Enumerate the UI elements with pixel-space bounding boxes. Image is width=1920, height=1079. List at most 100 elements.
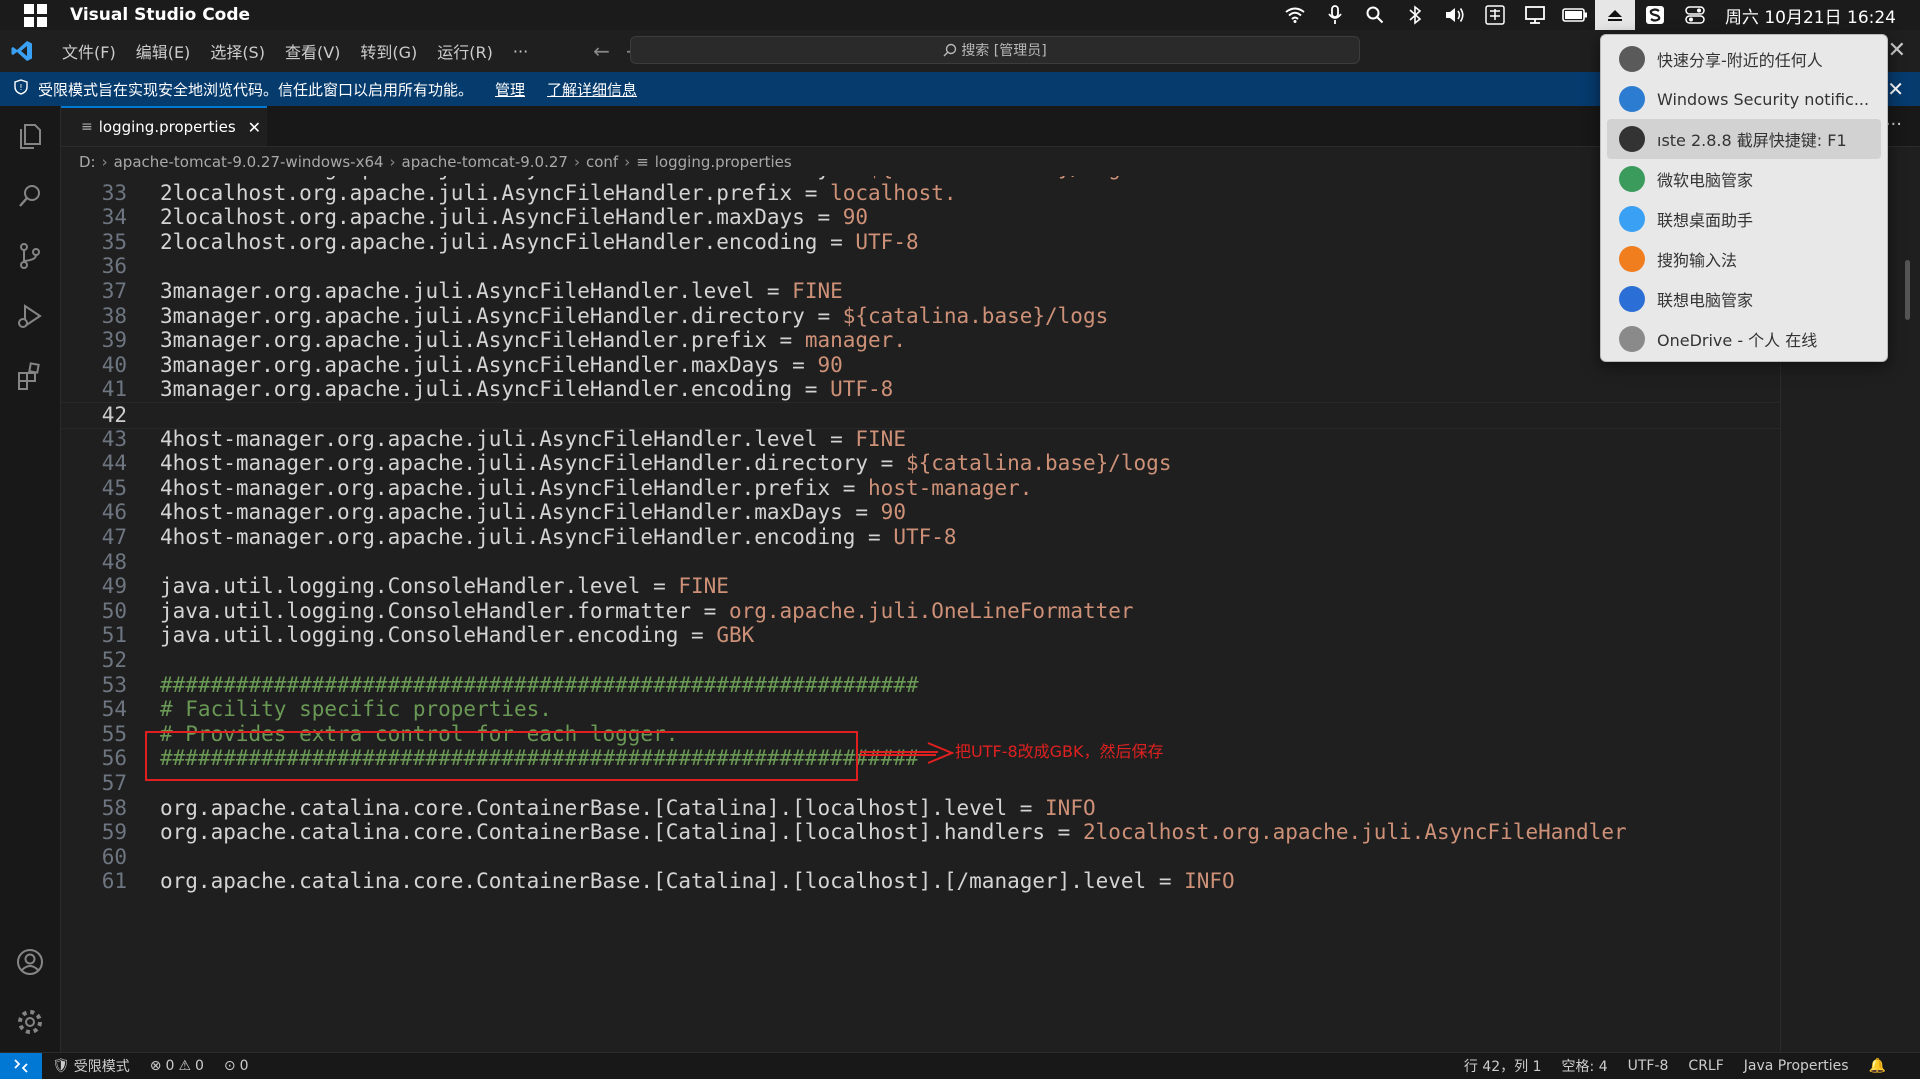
tab-close-icon[interactable]: ✕ bbox=[248, 118, 261, 137]
search-placeholder: 搜索 [管理员] bbox=[961, 43, 1047, 59]
language-mode[interactable]: Java Properties bbox=[1734, 1058, 1859, 1074]
microphone-icon[interactable] bbox=[1315, 0, 1355, 30]
line-number: 43 bbox=[101, 426, 127, 451]
battery-icon[interactable] bbox=[1555, 0, 1595, 30]
line-content: # Facility specific properties. bbox=[160, 697, 552, 722]
search-icon[interactable] bbox=[1355, 0, 1395, 30]
line-number: 58 bbox=[101, 795, 127, 820]
menu-edit[interactable]: 编辑(E) bbox=[126, 39, 201, 63]
broadcast-icon: ⊙ bbox=[223, 1058, 236, 1074]
code-line[interactable]: 37 3manager.org.apache.juli.AsyncFileHand… bbox=[61, 279, 1781, 304]
scrollbar-thumb[interactable] bbox=[1905, 260, 1910, 320]
menu-go[interactable]: 转到(G) bbox=[350, 39, 427, 63]
window-close-icon[interactable]: ✕ bbox=[1888, 38, 1906, 63]
command-center-search[interactable]: 搜索 [管理员] bbox=[630, 36, 1360, 64]
remote-icon[interactable] bbox=[0, 1053, 42, 1079]
os-clock[interactable]: 周六 10月21日 16:24 bbox=[1715, 3, 1920, 28]
line-number: 38 bbox=[101, 303, 127, 328]
code-line[interactable]: 41 3manager.org.apache.juli.AsyncFileHand… bbox=[61, 377, 1781, 402]
show-hidden-icons-icon[interactable] bbox=[1594, 0, 1635, 30]
manage-gear-icon[interactable] bbox=[0, 992, 60, 1052]
breadcrumb-item[interactable]: apache-tomcat-9.0.27-windows-x64 bbox=[114, 153, 384, 171]
input-method-icon[interactable] bbox=[1475, 0, 1515, 30]
wifi-icon[interactable] bbox=[1275, 0, 1315, 30]
explorer-icon[interactable] bbox=[0, 106, 60, 166]
banner-learn-more-link[interactable]: 了解详细信息 bbox=[547, 79, 637, 100]
code-line[interactable]: 49 java.util.logging.ConsoleHandler.level… bbox=[61, 574, 1781, 599]
end-of-line[interactable]: CRLF bbox=[1678, 1058, 1733, 1074]
code-line[interactable]: 38 3manager.org.apache.juli.AsyncFileHand… bbox=[61, 304, 1781, 329]
indentation[interactable]: 空格: 4 bbox=[1552, 1056, 1618, 1076]
code-line[interactable]: 39 3manager.org.apache.juli.AsyncFileHand… bbox=[61, 328, 1781, 353]
restricted-mode-status[interactable]: 🛡 受限模式 bbox=[42, 1056, 140, 1076]
toggle-settings-icon[interactable] bbox=[1675, 0, 1715, 30]
tray-popup-item[interactable]: Windows Security notific... bbox=[1607, 79, 1881, 119]
windows-start-icon[interactable] bbox=[24, 4, 48, 27]
code-line[interactable]: 47 4host-manager.org.apache.juli.AsyncFil… bbox=[61, 525, 1781, 550]
file-lines-icon: ≡ bbox=[636, 153, 649, 171]
back-arrow-icon[interactable]: ← bbox=[593, 39, 610, 63]
volume-icon[interactable] bbox=[1435, 0, 1475, 30]
equals-sign: = bbox=[1007, 795, 1046, 820]
code-line[interactable]: 53 ######################################… bbox=[61, 673, 1781, 698]
cursor-position[interactable]: 行 42，列 1 bbox=[1454, 1056, 1552, 1076]
menu-more[interactable]: ··· bbox=[503, 42, 538, 61]
code-line[interactable]: 35 2localhost.org.apache.juli.AsyncFileHa… bbox=[61, 230, 1781, 255]
tray-popup-label: 快速分享-附近的任何人 bbox=[1657, 51, 1823, 70]
menu-selection[interactable]: 选择(S) bbox=[200, 39, 275, 63]
file-encoding[interactable]: UTF-8 bbox=[1618, 1058, 1679, 1074]
ports-status[interactable]: ⊙ 0 bbox=[214, 1058, 259, 1074]
banner-close-icon[interactable]: ✕ bbox=[1887, 77, 1904, 101]
code-line[interactable]: 40 3manager.org.apache.juli.AsyncFileHand… bbox=[61, 353, 1781, 378]
accounts-icon[interactable] bbox=[0, 932, 60, 992]
code-line[interactable]: 33 2localhost.org.apache.juli.AsyncFileHa… bbox=[61, 181, 1781, 206]
tray-popup-item[interactable]: 快速分享-附近的任何人 bbox=[1607, 39, 1881, 79]
tray-popup-item[interactable]: OneDrive - 个人 在线 bbox=[1607, 319, 1881, 359]
sync-app-icon[interactable] bbox=[1635, 0, 1675, 30]
source-control-icon[interactable] bbox=[0, 226, 60, 286]
tray-popup-item[interactable]: 联想电脑管家 bbox=[1607, 279, 1881, 319]
breadcrumb-item[interactable]: apache-tomcat-9.0.27 bbox=[402, 153, 568, 171]
warning-count: 0 bbox=[195, 1058, 204, 1074]
code-line[interactable]: 34 2localhost.org.apache.juli.AsyncFileHa… bbox=[61, 205, 1781, 230]
code-line[interactable]: 51 java.util.logging.ConsoleHandler.encod… bbox=[61, 623, 1781, 648]
banner-manage-link[interactable]: 管理 bbox=[495, 79, 525, 100]
notifications-bell-icon[interactable]: 🔔 bbox=[1859, 1058, 1896, 1074]
breadcrumb-item[interactable]: logging.properties bbox=[655, 153, 792, 171]
code-line[interactable]: 60 bbox=[61, 845, 1781, 870]
breadcrumb-item[interactable]: D: bbox=[79, 153, 96, 171]
code-line[interactable]: 59 org.apache.catalina.core.ContainerBase… bbox=[61, 820, 1781, 845]
code-line[interactable]: 54 # Facility specific properties. bbox=[61, 697, 1781, 722]
run-debug-icon[interactable] bbox=[0, 286, 60, 346]
code-line[interactable]: 61 org.apache.catalina.core.ContainerBase… bbox=[61, 869, 1781, 894]
comment-text: ########################################… bbox=[160, 672, 919, 697]
code-line[interactable]: 46 4host-manager.org.apache.juli.AsyncFil… bbox=[61, 500, 1781, 525]
menu-view[interactable]: 查看(V) bbox=[275, 39, 350, 63]
code-line[interactable]: 52 bbox=[61, 648, 1781, 673]
os-top-bar: Visual Studio Code 周六 10月21日 16:24 bbox=[0, 0, 1920, 30]
tray-popup-item[interactable]: 微软电脑管家 bbox=[1607, 159, 1881, 199]
extensions-icon[interactable] bbox=[0, 346, 60, 406]
code-line[interactable]: 45 4host-manager.org.apache.juli.AsyncFil… bbox=[61, 476, 1781, 501]
code-line[interactable]: 58 org.apache.catalina.core.ContainerBase… bbox=[61, 796, 1781, 821]
code-line[interactable]: 48 bbox=[61, 550, 1781, 575]
bluetooth-icon[interactable] bbox=[1395, 0, 1435, 30]
tray-popup-item[interactable]: 搜狗输入法 bbox=[1607, 239, 1881, 279]
search-icon[interactable] bbox=[0, 166, 60, 226]
display-icon[interactable] bbox=[1515, 0, 1555, 30]
breadcrumb-item[interactable]: conf bbox=[586, 153, 618, 171]
code-line[interactable]: 36 bbox=[61, 254, 1781, 279]
menu-run[interactable]: 运行(R) bbox=[427, 39, 503, 63]
code-line[interactable]: 50 java.util.logging.ConsoleHandler.forma… bbox=[61, 599, 1781, 624]
tray-popup-item[interactable]: 联想桌面助手 bbox=[1607, 199, 1881, 239]
tab-logging-properties[interactable]: ≡ logging.properties ✕ bbox=[61, 106, 267, 146]
code-line[interactable]: 43 4host-manager.org.apache.juli.AsyncFil… bbox=[61, 427, 1781, 452]
menu-file[interactable]: 文件(F) bbox=[52, 39, 126, 63]
code-line[interactable]: 44 4host-manager.org.apache.juli.AsyncFil… bbox=[61, 451, 1781, 476]
tray-popup-item[interactable]: ıste 2.8.8 截屏快捷键: F1 bbox=[1607, 119, 1881, 159]
property-key: 2localhost.org.apache.juli.AsyncFileHand… bbox=[160, 229, 818, 254]
line-number: 34 bbox=[101, 205, 127, 230]
line-number: 51 bbox=[101, 623, 127, 648]
code-line[interactable]: 42 bbox=[61, 402, 1781, 429]
problems-status[interactable]: ⊗ 0 ⚠ 0 bbox=[140, 1058, 214, 1074]
